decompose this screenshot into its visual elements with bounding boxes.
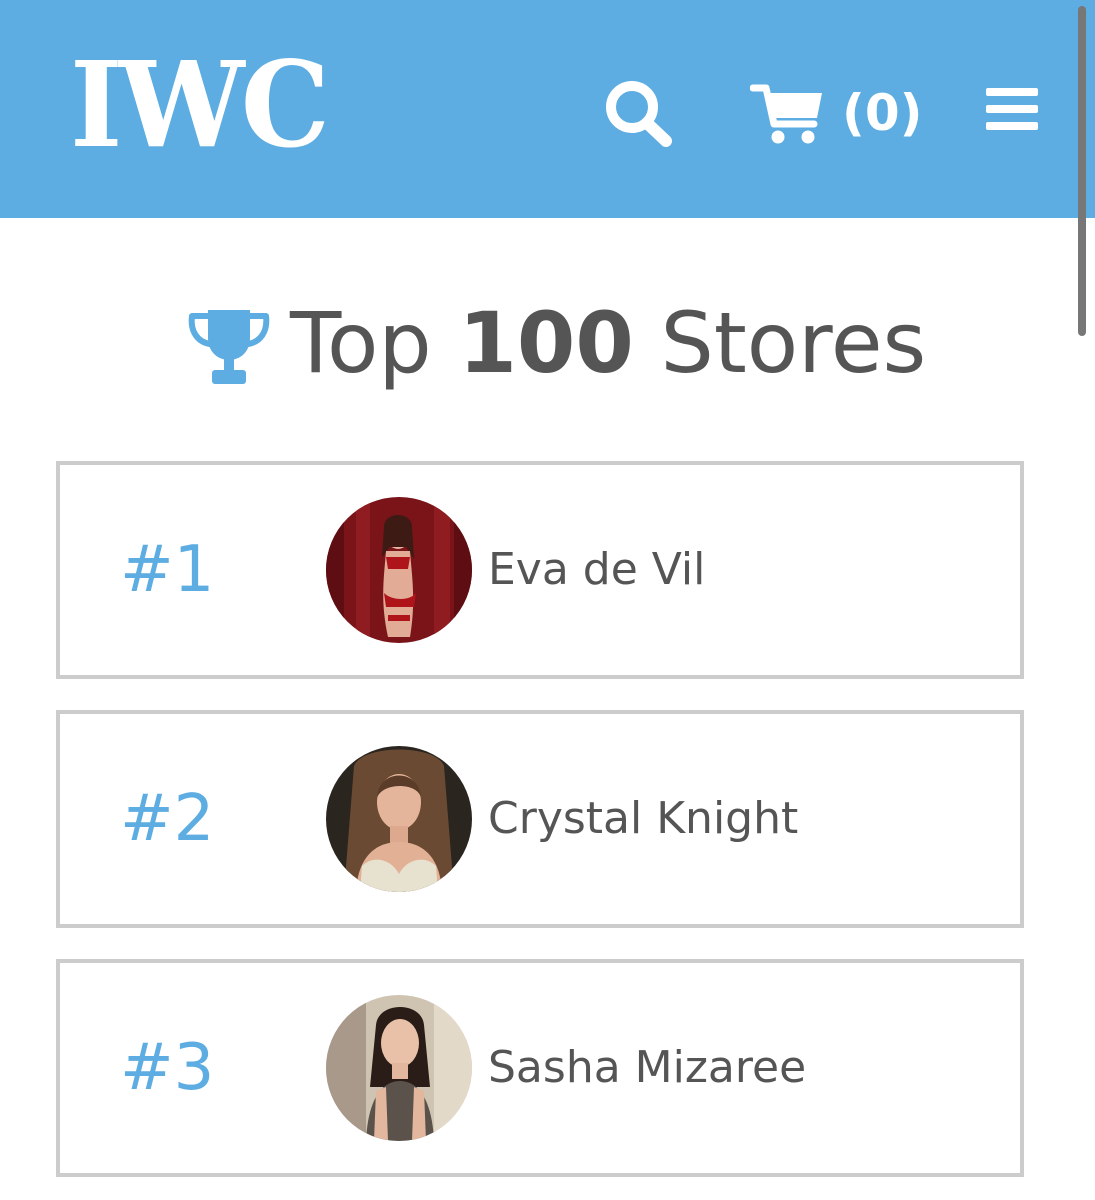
scrollbar[interactable]	[1078, 6, 1086, 336]
store-rank: #2	[120, 782, 215, 856]
store-item[interactable]: #3 Sasha Mizaree	[56, 959, 1024, 1177]
store-name[interactable]: Eva de Vil	[488, 465, 705, 675]
page-title-suffix: Stores	[633, 294, 927, 392]
page-title: Top 100 Stores	[290, 288, 926, 398]
page-title-prefix: Top	[290, 294, 459, 392]
avatar[interactable]	[326, 995, 472, 1141]
hamburger-menu-icon	[986, 88, 1038, 130]
avatar[interactable]	[326, 746, 472, 892]
search-icon	[606, 81, 672, 147]
store-name[interactable]: Crystal Knight	[488, 714, 798, 924]
store-item[interactable]: #2 Crystal Knight	[56, 710, 1024, 928]
cart-count: (0)	[842, 84, 923, 142]
page-title-row: Top 100 Stores	[0, 288, 1095, 398]
cart-icon	[750, 84, 822, 144]
store-rank: #1	[120, 533, 215, 607]
trophy-icon	[188, 310, 270, 384]
site-header: IWC (0)	[0, 0, 1095, 218]
store-item[interactable]: #1 Eva de Vil	[56, 461, 1024, 679]
menu-button[interactable]	[984, 84, 1040, 134]
site-logo[interactable]: IWC	[70, 40, 330, 170]
page-title-number: 100	[458, 294, 634, 392]
store-rank: #3	[120, 1031, 215, 1105]
store-name[interactable]: Sasha Mizaree	[488, 963, 806, 1173]
cart-button[interactable]: (0)	[750, 80, 923, 146]
search-button[interactable]	[602, 78, 674, 150]
avatar[interactable]	[326, 497, 472, 643]
